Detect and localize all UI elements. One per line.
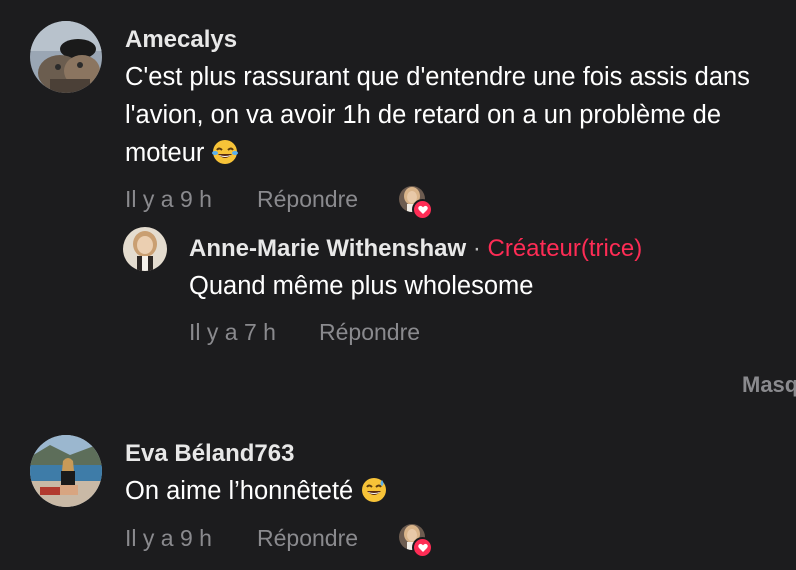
reply-timestamp: Il y a 7 h bbox=[189, 319, 276, 345]
person-avatar-icon bbox=[123, 227, 167, 271]
reply-button[interactable]: Répondre bbox=[257, 525, 358, 552]
separator-dot: · bbox=[472, 235, 481, 262]
reply-username-line: Anne-Marie Withenshaw · Créateur(trice) bbox=[189, 235, 642, 263]
comment-text: On aime l’honnêteté bbox=[125, 472, 388, 514]
comment-username[interactable]: Amecalys bbox=[125, 26, 237, 54]
hide-replies-button[interactable]: Masquer bbox=[742, 372, 796, 398]
creator-tag: Créateur(trice) bbox=[487, 235, 643, 262]
heart-icon bbox=[412, 537, 433, 558]
comment-body: On aime l’honnêteté bbox=[125, 477, 354, 505]
reply-text: Quand même plus wholesome bbox=[189, 272, 534, 300]
reply-button[interactable]: Répondre bbox=[257, 186, 358, 213]
comment-text: C'est plus rassurant que d'entendre une … bbox=[125, 58, 785, 176]
liked-by-creator-badge bbox=[399, 524, 433, 558]
laughing-emoji-icon bbox=[211, 138, 239, 176]
avatar-amecalys[interactable] bbox=[30, 21, 102, 93]
person-beach-avatar-icon bbox=[30, 435, 102, 507]
avatar-anne-marie[interactable] bbox=[123, 227, 167, 271]
cat-avatar-icon bbox=[30, 21, 102, 93]
heart-icon bbox=[412, 199, 433, 220]
liked-by-creator-badge bbox=[399, 186, 433, 220]
comments-panel: Amecalys C'est plus rassurant que d'ente… bbox=[0, 0, 796, 570]
avatar-eva-beland[interactable] bbox=[30, 435, 102, 507]
comment-timestamp: Il y a 9 h bbox=[125, 186, 212, 212]
sweat-smile-emoji-icon bbox=[360, 476, 388, 514]
reply-button[interactable]: Répondre bbox=[319, 319, 420, 346]
comment-timestamp: Il y a 9 h bbox=[125, 525, 212, 551]
comment-username[interactable]: Eva Béland763 bbox=[125, 440, 294, 468]
reply-username[interactable]: Anne-Marie Withenshaw bbox=[189, 235, 466, 262]
